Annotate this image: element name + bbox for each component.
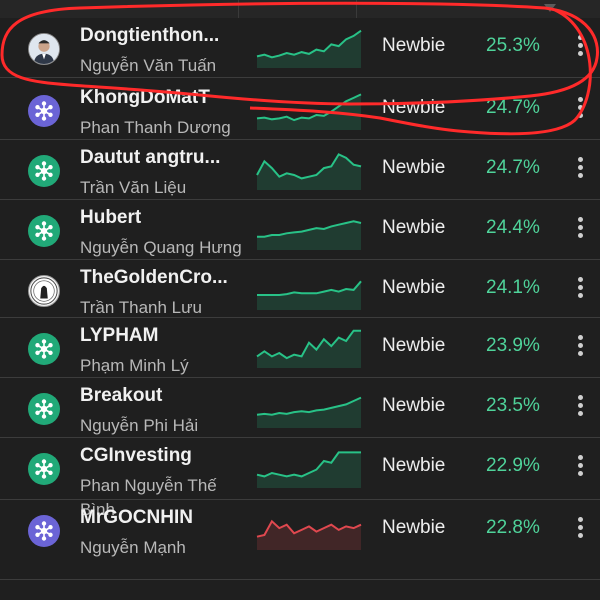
trader-username[interactable]: Hubert bbox=[80, 207, 240, 229]
trader-level: Newbie bbox=[382, 395, 446, 416]
avatar[interactable] bbox=[28, 275, 60, 307]
trader-username[interactable]: LYPHAM bbox=[80, 325, 240, 347]
avatar[interactable] bbox=[28, 155, 60, 187]
trader-row[interactable]: Breakout Nguyễn Phi Hải Newbie 23.5% bbox=[0, 378, 600, 438]
trader-row[interactable]: LYPHAM Phạm Minh Lý Newbie 23.9% bbox=[0, 318, 600, 378]
trader-username[interactable]: MrGOCNHIN bbox=[80, 507, 240, 529]
avatar[interactable] bbox=[28, 215, 60, 247]
trader-username[interactable]: Breakout bbox=[80, 385, 240, 407]
trader-username[interactable]: CGInvesting bbox=[80, 445, 240, 467]
return-percentage: 22.9% bbox=[486, 455, 540, 476]
trader-username[interactable]: Dongtienthon... bbox=[80, 25, 240, 47]
trader-row[interactable]: Dongtienthon... Nguyễn Văn Tuấn Newbie 25.3… bbox=[0, 18, 600, 78]
trader-row[interactable]: MrGOCNHIN Nguyễn Mạnh Newbie 22.8% bbox=[0, 500, 600, 580]
avatar[interactable] bbox=[28, 515, 60, 547]
more-options-icon[interactable] bbox=[572, 392, 588, 422]
more-options-icon[interactable] bbox=[572, 514, 588, 544]
return-percentage: 24.7% bbox=[486, 97, 540, 118]
more-options-icon[interactable] bbox=[572, 214, 588, 244]
trader-username[interactable]: KhongDoMatT bbox=[80, 87, 240, 109]
trader-username[interactable]: Dautut angtru... bbox=[80, 147, 240, 169]
return-percentage: 22.8% bbox=[486, 517, 540, 538]
more-options-icon[interactable] bbox=[572, 452, 588, 482]
performance-sparkline bbox=[256, 386, 362, 428]
more-options-icon[interactable] bbox=[572, 94, 588, 124]
trader-fullname: Phan Thanh Dương bbox=[80, 118, 231, 137]
more-options-icon[interactable] bbox=[572, 274, 588, 304]
avatar[interactable] bbox=[28, 33, 60, 65]
trader-fullname: Nguyễn Văn Tuấn bbox=[80, 56, 217, 75]
performance-sparkline bbox=[256, 268, 362, 310]
return-percentage: 24.7% bbox=[486, 157, 540, 178]
trader-level: Newbie bbox=[382, 455, 446, 476]
performance-sparkline bbox=[256, 148, 362, 190]
column-header-strip bbox=[0, 0, 600, 18]
avatar[interactable] bbox=[28, 333, 60, 365]
trader-row[interactable]: TheGoldenCro... Trần Thanh Lưu Newbie 24.1% bbox=[0, 260, 600, 318]
performance-sparkline bbox=[256, 508, 362, 550]
return-percentage: 24.1% bbox=[486, 277, 540, 298]
trader-level: Newbie bbox=[382, 97, 446, 118]
return-percentage: 23.9% bbox=[486, 335, 540, 356]
trader-row[interactable]: CGInvesting Phan Nguyễn Thế Bình Newbie 22.… bbox=[0, 438, 600, 519]
trader-row[interactable]: Hubert Nguyễn Quang Hưng Newbie 24.4% bbox=[0, 200, 600, 260]
column-divider bbox=[238, 0, 239, 18]
performance-sparkline bbox=[256, 446, 362, 488]
trader-fullname: Trần Văn Liệu bbox=[80, 178, 187, 197]
performance-sparkline bbox=[256, 326, 362, 368]
trader-level: Newbie bbox=[382, 35, 446, 56]
performance-sparkline bbox=[256, 208, 362, 250]
return-percentage: 23.5% bbox=[486, 395, 540, 416]
trader-level: Newbie bbox=[382, 277, 446, 298]
trader-username[interactable]: TheGoldenCro... bbox=[80, 267, 240, 289]
more-options-icon[interactable] bbox=[572, 332, 588, 362]
performance-sparkline bbox=[256, 26, 362, 68]
return-percentage: 24.4% bbox=[486, 217, 540, 238]
trader-fullname: Nguyễn Mạnh bbox=[80, 538, 186, 557]
trader-fullname: Nguyễn Quang Hưng bbox=[80, 238, 242, 257]
trader-level: Newbie bbox=[382, 217, 446, 238]
performance-sparkline bbox=[256, 88, 362, 130]
trader-fullname: Phạm Minh Lý bbox=[80, 356, 189, 375]
trader-level: Newbie bbox=[382, 335, 446, 356]
trader-row[interactable]: Dautut angtru... Trần Văn Liệu Newbie 24.7% bbox=[0, 140, 600, 200]
avatar[interactable] bbox=[28, 453, 60, 485]
caret-down-icon[interactable] bbox=[544, 4, 556, 12]
avatar[interactable] bbox=[28, 95, 60, 127]
avatar[interactable] bbox=[28, 393, 60, 425]
trader-fullname: Trần Thanh Lưu bbox=[80, 298, 202, 317]
trader-level: Newbie bbox=[382, 517, 446, 538]
more-options-icon[interactable] bbox=[572, 32, 588, 62]
column-divider bbox=[356, 0, 357, 18]
trader-fullname: Nguyễn Phi Hải bbox=[80, 416, 199, 435]
trader-level: Newbie bbox=[382, 157, 446, 178]
trader-row[interactable]: KhongDoMatT Phan Thanh Dương Newbie 24.7% bbox=[0, 80, 600, 140]
more-options-icon[interactable] bbox=[572, 154, 588, 184]
return-percentage: 25.3% bbox=[486, 35, 540, 56]
